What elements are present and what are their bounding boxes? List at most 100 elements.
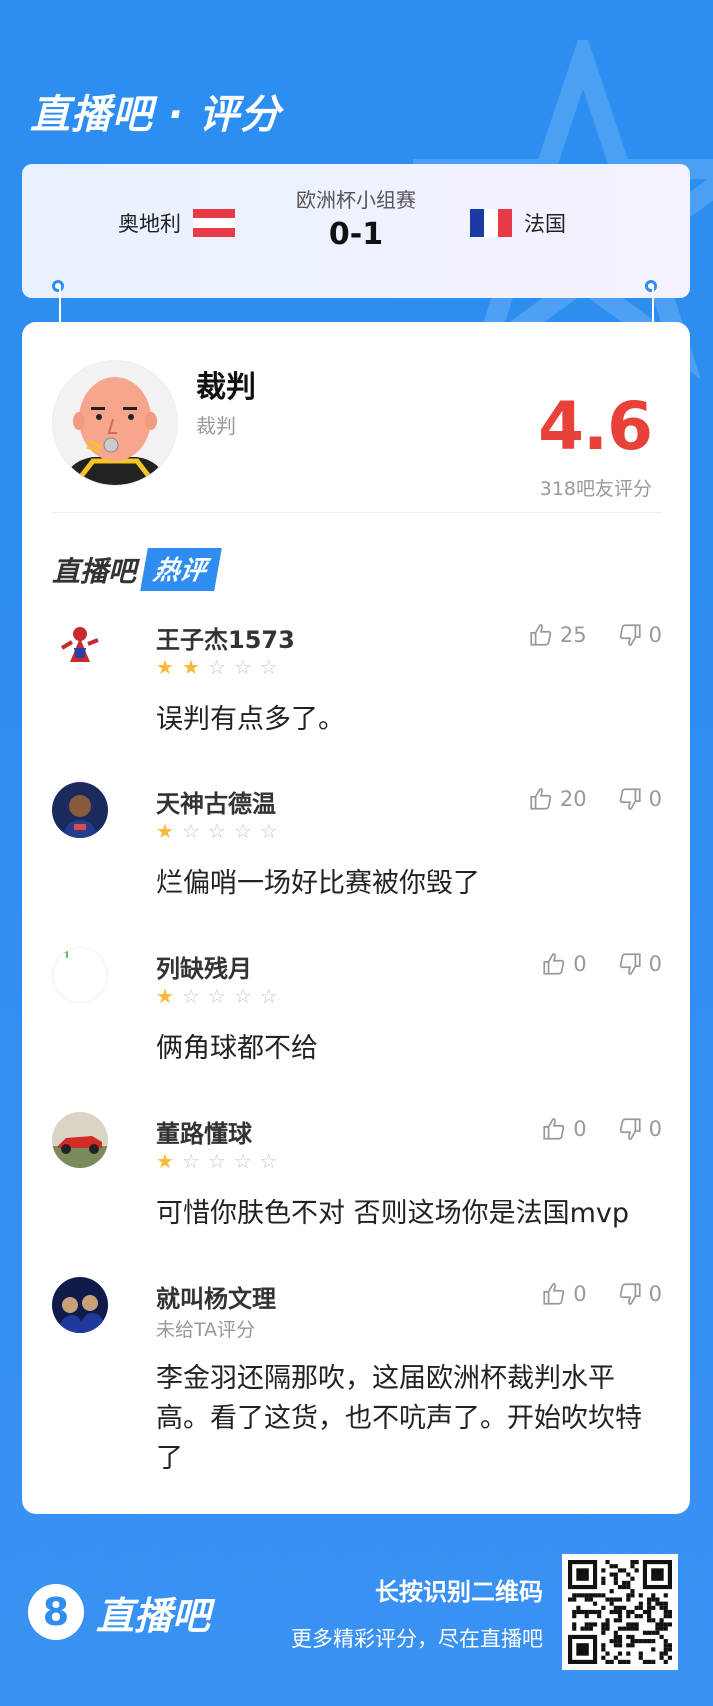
star-filled-icon: ★: [156, 819, 174, 843]
like-count: 25: [559, 623, 587, 647]
comment-actions: 0 0: [541, 1116, 662, 1142]
hot-tag-badge: 热评: [140, 548, 222, 591]
logo-mark-icon: 8: [28, 1584, 84, 1640]
user-avatar[interactable]: [52, 1112, 108, 1168]
star-filled-icon: ★: [156, 984, 174, 1008]
comment-text: 烂偏哨一场好比赛被你毁了: [156, 868, 480, 899]
referee-role: 裁判: [196, 414, 236, 438]
star-empty-icon: ☆: [207, 819, 226, 843]
user-avatar[interactable]: [52, 947, 108, 1003]
dislike-count: 0: [648, 1282, 662, 1306]
qr-code[interactable]: [562, 1554, 678, 1670]
star-filled-icon: ★: [156, 655, 174, 679]
referee-avatar: [52, 360, 178, 486]
star-rating: ★ ☆ ☆ ☆ ☆: [156, 985, 278, 1007]
hot-brand-label: 直播吧: [52, 554, 137, 588]
comment-username[interactable]: 董路懂球: [156, 1114, 252, 1149]
thumbs-up-icon: [543, 1283, 565, 1305]
match-score: 0-1: [328, 217, 384, 252]
star-empty-icon: ☆: [181, 819, 200, 843]
dislike-button[interactable]: 0: [617, 786, 662, 812]
dislike-button[interactable]: 0: [617, 951, 662, 977]
comment-text: 误判有点多了。: [156, 704, 345, 735]
star-empty-icon: ☆: [181, 984, 200, 1008]
comment-item: 王子杰1573 25 0 ★ ★ ☆ ☆ ☆ 误判有点多了。: [52, 618, 662, 758]
star-rating: ★ ☆ ☆ ☆ ☆: [156, 820, 278, 842]
like-button[interactable]: 20: [528, 786, 587, 812]
star-filled-icon: ★: [181, 655, 200, 679]
star-empty-icon: ☆: [233, 655, 252, 679]
qr-hint: 长按识别二维码: [375, 1578, 543, 1606]
hot-comments-header: 直播吧 热评: [52, 548, 222, 591]
rating-count: 318吧友评分: [539, 478, 652, 500]
comment-text: 可惜你肤色不对 否则这场你是法国mvp: [156, 1198, 630, 1229]
dislike-button[interactable]: 0: [617, 1116, 662, 1142]
comment-item: 就叫杨文理 0 0 未给TA评分 李金羽还隔那吹，这届欧洲杯裁判水平高。看了这货…: [52, 1277, 662, 1497]
qr-subtext: 更多精彩评分，尽在直播吧: [291, 1627, 543, 1651]
referee-name: 裁判: [196, 370, 256, 405]
star-empty-icon: ☆: [233, 984, 252, 1008]
like-button[interactable]: 0: [541, 1116, 587, 1142]
star-empty-icon: ☆: [207, 655, 226, 679]
france-flag-icon: [470, 209, 512, 237]
qr-code-icon: [568, 1560, 672, 1664]
thumbs-down-icon: [619, 1118, 641, 1140]
comment-actions: 0 0: [541, 1281, 662, 1307]
dislike-count: 0: [648, 952, 662, 976]
comment-actions: 25 0: [528, 622, 662, 648]
like-button[interactable]: 0: [541, 951, 587, 977]
thumbs-up-icon: [530, 788, 552, 810]
star-empty-icon: ☆: [259, 819, 278, 843]
star-empty-icon: ☆: [207, 1149, 226, 1173]
competition-label: 欧洲杯小组赛: [296, 188, 416, 212]
star-empty-icon: ☆: [207, 984, 226, 1008]
divider: [52, 512, 662, 513]
dislike-count: 0: [648, 787, 662, 811]
star-empty-icon: ☆: [181, 1149, 200, 1173]
user-avatar[interactable]: [52, 782, 108, 838]
thumbs-up-icon: [543, 953, 565, 975]
comment-text: 李金羽还隔那吹，这届欧洲杯裁判水平高。看了这货，也不吭声了。开始吹坎特了: [156, 1363, 642, 1474]
star-rating: ★ ☆ ☆ ☆ ☆: [156, 1150, 278, 1172]
comment-username[interactable]: 就叫杨文理: [156, 1279, 276, 1314]
star-empty-icon: ☆: [233, 819, 252, 843]
comment-username[interactable]: 王子杰1573: [156, 620, 295, 655]
dislike-button[interactable]: 0: [617, 622, 662, 648]
comment-item: 董路懂球 0 0 ★ ☆ ☆ ☆ ☆ 可惜你肤色不对 否则这场你是法国mvp: [52, 1112, 662, 1252]
comment-username[interactable]: 列缺残月: [156, 949, 252, 984]
match-info: 欧洲杯小组赛 0-1: [22, 184, 690, 252]
rating-card: 裁判 裁判 4.6 318吧友评分 直播吧 热评 王子杰1573 25 0 ★ ★…: [22, 322, 690, 1514]
star-empty-icon: ☆: [259, 1149, 278, 1173]
footer-logo: 8 直播吧: [28, 1584, 210, 1640]
thumbs-down-icon: [619, 1283, 641, 1305]
thumbs-down-icon: [619, 953, 641, 975]
user-avatar[interactable]: [52, 1277, 108, 1333]
comment-username[interactable]: 天神古德温: [156, 784, 276, 819]
comment-item: 列缺残月 0 0 ★ ☆ ☆ ☆ ☆ 俩角球都不给: [52, 947, 662, 1087]
like-count: 0: [573, 1282, 587, 1306]
thumbs-down-icon: [619, 788, 641, 810]
away-team-name: 法国: [524, 212, 566, 236]
like-button[interactable]: 0: [541, 1281, 587, 1307]
footer-cta: 长按识别二维码 更多精彩评分，尽在直播吧: [291, 1572, 543, 1653]
match-header: 奥地利 欧洲杯小组赛 0-1 法国: [22, 164, 690, 298]
like-count: 0: [573, 1117, 587, 1141]
dislike-count: 0: [648, 1117, 662, 1141]
star-empty-icon: ☆: [233, 1149, 252, 1173]
user-avatar[interactable]: [52, 618, 108, 674]
dislike-button[interactable]: 0: [617, 1281, 662, 1307]
thumbs-down-icon: [619, 624, 641, 646]
away-team: 法国: [470, 208, 566, 238]
like-button[interactable]: 25: [528, 622, 587, 648]
thumbs-up-icon: [530, 624, 552, 646]
star-rating: ★ ★ ☆ ☆ ☆: [156, 656, 278, 678]
page-title: 直播吧 · 评分: [30, 92, 282, 138]
star-filled-icon: ★: [156, 1149, 174, 1173]
logo-text: 直播吧: [96, 1593, 211, 1638]
like-count: 20: [559, 787, 587, 811]
average-rating: 4.6: [538, 388, 653, 465]
like-count: 0: [573, 952, 587, 976]
star-empty-icon: ☆: [259, 984, 278, 1008]
comment-text: 俩角球都不给: [156, 1033, 318, 1064]
comment-item: 天神古德温 20 0 ★ ☆ ☆ ☆ ☆ 烂偏哨一场好比赛被你毁了: [52, 782, 662, 922]
